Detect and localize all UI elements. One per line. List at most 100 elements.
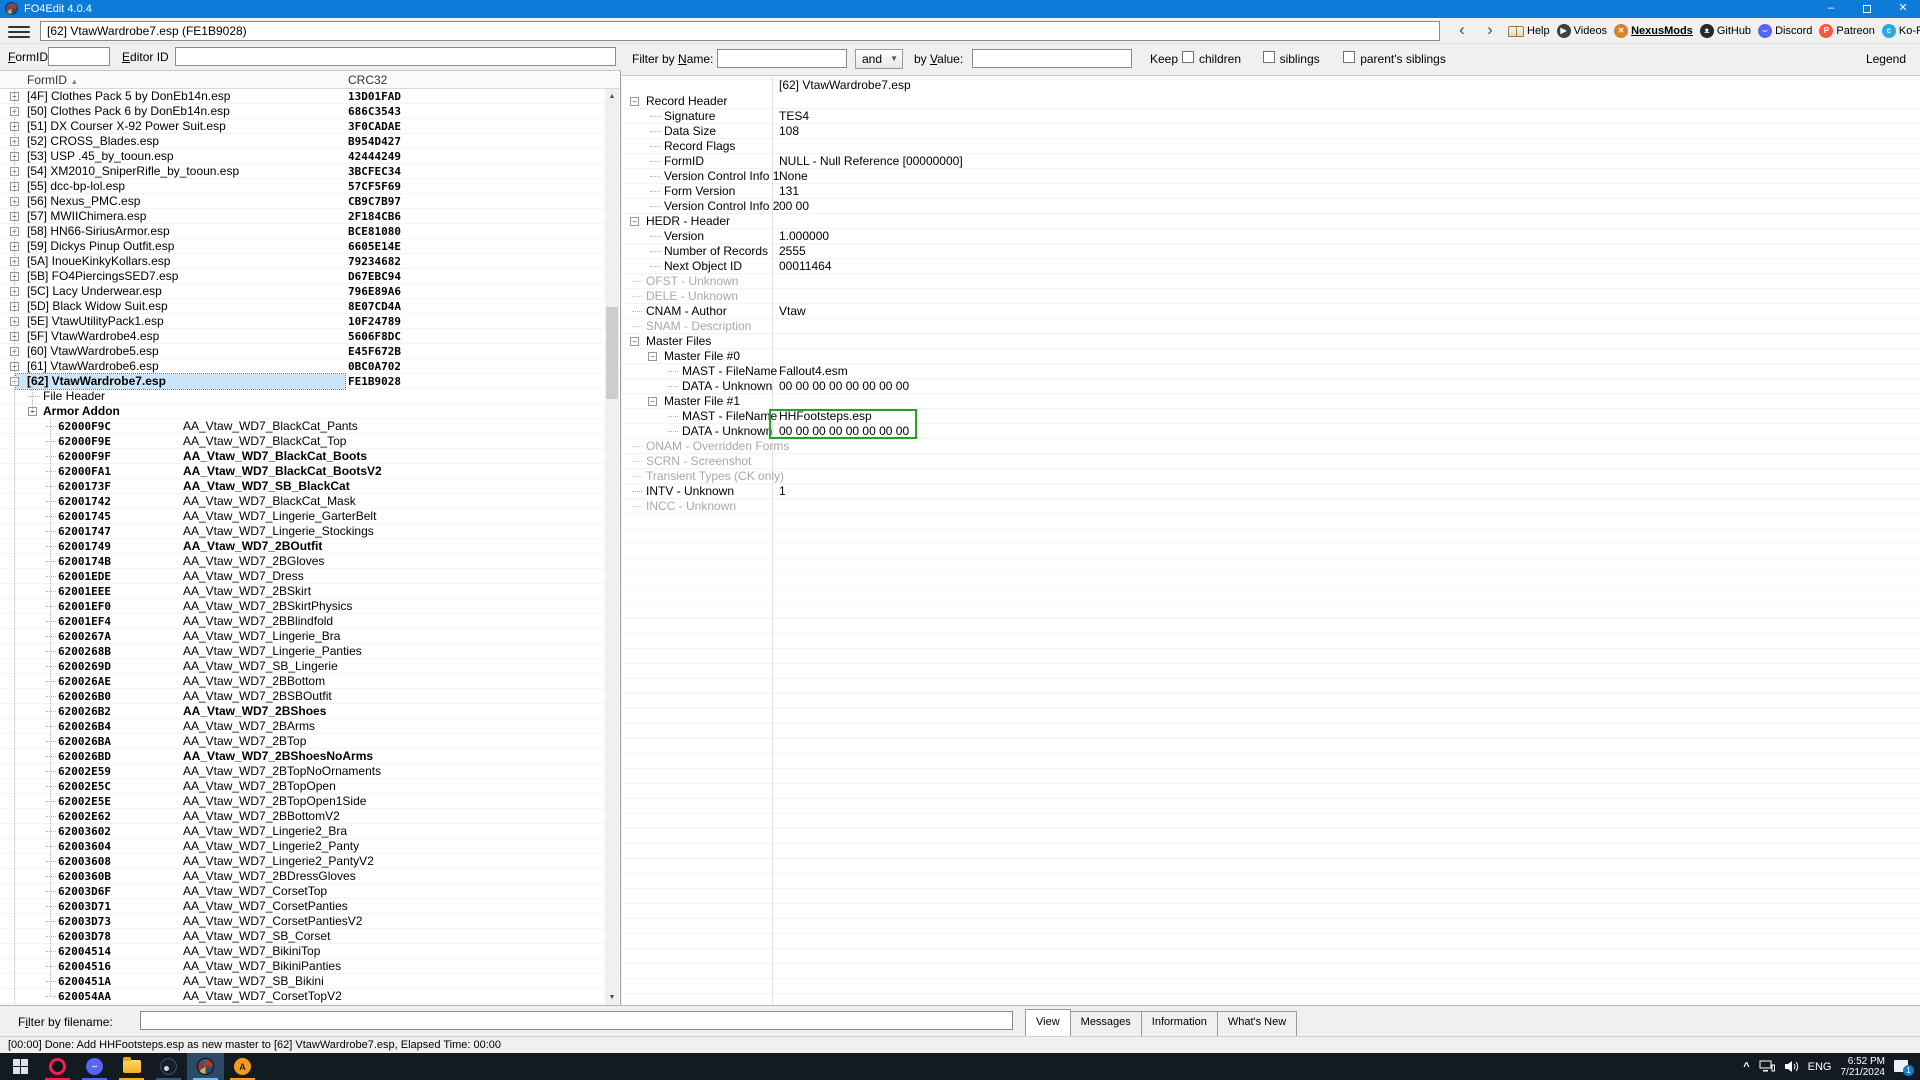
tree-row[interactable]: +[51] DX Courser X-92 Power Suit.esp3F0C… xyxy=(0,119,606,134)
editorid-input[interactable] xyxy=(175,47,616,66)
tree-row[interactable]: 62003602AA_Vtaw_WD7_Lingerie2_Bra xyxy=(0,824,606,839)
record-row[interactable]: FormIDNULL - Null Reference [00000000] xyxy=(622,154,1920,169)
record-row[interactable]: OFST - Unknown xyxy=(622,274,1920,289)
tree-row[interactable]: +[55] dcc-bp-lol.esp57CF5F69 xyxy=(0,179,606,194)
tree-row[interactable]: +[5C] Lacy Underwear.esp796E89A6 xyxy=(0,284,606,299)
tree-row[interactable]: 62001EDEAA_Vtaw_WD7_Dress xyxy=(0,569,606,584)
tree-row[interactable]: 62004514AA_Vtaw_WD7_BikiniTop xyxy=(0,944,606,959)
close-button[interactable]: ✕ xyxy=(1886,0,1920,18)
file-explorer-app[interactable] xyxy=(113,1053,150,1080)
clock[interactable]: 6:52 PM 7/21/2024 xyxy=(1841,1056,1886,1078)
forward-button[interactable]: › xyxy=(1478,19,1502,43)
link-ko-fi[interactable]: cKo-Fi xyxy=(1882,24,1920,38)
tree-row[interactable]: 6200360BAA_Vtaw_WD7_2BDressGloves xyxy=(0,869,606,884)
tree-row[interactable]: 620026BDAA_Vtaw_WD7_2BShoesNoArms xyxy=(0,749,606,764)
tree-row[interactable]: 6200451AAA_Vtaw_WD7_SB_Bikini xyxy=(0,974,606,989)
tree-row[interactable]: +[5E] VtawUtilityPack1.esp10F24789 xyxy=(0,314,606,329)
record-row[interactable]: −Master File #1 xyxy=(622,394,1920,409)
collapse-icon[interactable]: − xyxy=(648,352,657,361)
tree-row[interactable]: 62001745AA_Vtaw_WD7_Lingerie_GarterBelt xyxy=(0,509,606,524)
steam-app[interactable] xyxy=(150,1053,187,1080)
record-row[interactable]: MAST - FileNameFallout4.esm xyxy=(622,364,1920,379)
record-row[interactable]: DATA - Unknown00 00 00 00 00 00 00 00 xyxy=(622,379,1920,394)
tree-row[interactable]: 62002E59AA_Vtaw_WD7_2BTopNoOrnaments xyxy=(0,764,606,779)
tree-row[interactable]: 6200173FAA_Vtaw_WD7_SB_BlackCat xyxy=(0,479,606,494)
record-row[interactable]: SCRN - Screenshot xyxy=(622,454,1920,469)
formid-input[interactable] xyxy=(48,47,110,66)
tree-row[interactable]: 62001749AA_Vtaw_WD7_2BOutfit xyxy=(0,539,606,554)
filter-by-value-input[interactable] xyxy=(972,49,1132,68)
scrollbar-thumb[interactable] xyxy=(606,307,618,399)
filter-by-name-input[interactable] xyxy=(717,49,847,68)
record-row[interactable]: Transient Types (CK only) xyxy=(622,469,1920,484)
tree-row[interactable]: +[60] VtawWardrobe5.espE45F672B xyxy=(0,344,606,359)
collapse-icon[interactable]: − xyxy=(648,397,657,406)
tree-row[interactable]: 6200267AAA_Vtaw_WD7_Lingerie_Bra xyxy=(0,629,606,644)
collapse-icon[interactable]: − xyxy=(630,217,639,226)
record-row[interactable]: Form Version131 xyxy=(622,184,1920,199)
scroll-down-icon[interactable]: ▼ xyxy=(605,990,619,1005)
tree-row[interactable]: 62000F9CAA_Vtaw_WD7_BlackCat_Pants xyxy=(0,419,606,434)
column-crc32[interactable]: CRC32 xyxy=(348,73,387,87)
hamburger-menu-icon[interactable] xyxy=(8,23,30,39)
tree-row[interactable]: 620026B2AA_Vtaw_WD7_2BShoes xyxy=(0,704,606,719)
tree-row[interactable]: 6200269DAA_Vtaw_WD7_SB_Lingerie xyxy=(0,659,606,674)
tab-messages[interactable]: Messages xyxy=(1070,1011,1142,1037)
tree-row[interactable]: +[4F] Clothes Pack 5 by DonEb14n.esp13D0… xyxy=(0,89,606,104)
checkbox-parent-s-siblings[interactable] xyxy=(1343,51,1355,63)
tree-row[interactable]: 620026AEAA_Vtaw_WD7_2BBottom xyxy=(0,674,606,689)
breadcrumb[interactable]: [62] VtawWardrobe7.esp (FE1B9028) xyxy=(40,21,1440,41)
record-row[interactable]: −HEDR - Header xyxy=(622,214,1920,229)
record-row[interactable]: DELE - Unknown xyxy=(622,289,1920,304)
audible-app[interactable]: A xyxy=(224,1053,261,1080)
tree-row[interactable]: 62002E5CAA_Vtaw_WD7_2BTopOpen xyxy=(0,779,606,794)
tree-row[interactable]: +[59] Dickys Pinup Outfit.esp6605E14E xyxy=(0,239,606,254)
record-row[interactable]: −Master File #0 xyxy=(622,349,1920,364)
record-row[interactable]: SignatureTES4 xyxy=(622,109,1920,124)
record-row[interactable]: Version1.000000 xyxy=(622,229,1920,244)
tree-row[interactable]: 62000FA1AA_Vtaw_WD7_BlackCat_BootsV2 xyxy=(0,464,606,479)
link-help[interactable]: Help xyxy=(1508,25,1550,37)
column-formid[interactable]: FormID xyxy=(27,73,67,87)
tree-row[interactable]: 62000F9FAA_Vtaw_WD7_BlackCat_Boots xyxy=(0,449,606,464)
tree-row[interactable]: 62003608AA_Vtaw_WD7_Lingerie2_PantyV2 xyxy=(0,854,606,869)
tree-row[interactable]: +[57] MWIIChimera.esp2F184CB6 xyxy=(0,209,606,224)
tree-row[interactable]: −[62] VtawWardrobe7.espFE1B9028 xyxy=(0,374,606,389)
link-nexusmods[interactable]: ✕NexusMods xyxy=(1614,24,1693,38)
record-row[interactable]: CNAM - AuthorVtaw xyxy=(622,304,1920,319)
tree-row[interactable]: +[58] HN66-SiriusArmor.espBCE81080 xyxy=(0,224,606,239)
tree-row[interactable]: +[5D] Black Widow Suit.esp8E07CD4A xyxy=(0,299,606,314)
record-row[interactable]: ONAM - Overridden Forms xyxy=(622,439,1920,454)
record-row[interactable]: −Master Files xyxy=(622,334,1920,349)
network-icon[interactable] xyxy=(1759,1060,1775,1073)
tree-row[interactable]: +[56] Nexus_PMC.espCB9C7B97 xyxy=(0,194,606,209)
tree-row[interactable]: +[5A] InoueKinkyKollars.esp79234682 xyxy=(0,254,606,269)
tree-column-headers[interactable]: FormID ▲ CRC32 xyxy=(0,71,620,89)
language-indicator[interactable]: ENG xyxy=(1808,1061,1832,1073)
minimize-button[interactable]: – xyxy=(1814,0,1848,18)
collapse-icon[interactable]: − xyxy=(630,97,639,106)
record-row[interactable]: INTV - Unknown1 xyxy=(622,484,1920,499)
record-row[interactable]: Version Control Info 1None xyxy=(622,169,1920,184)
record-row[interactable]: INCC - Unknown xyxy=(622,499,1920,514)
record-row[interactable]: Next Object ID00011464 xyxy=(622,259,1920,274)
tree-row[interactable]: 62002E62AA_Vtaw_WD7_2BBottomV2 xyxy=(0,809,606,824)
link-patreon[interactable]: PPatreon xyxy=(1819,24,1875,38)
link-discord[interactable]: ⌣Discord xyxy=(1758,24,1812,38)
tree-row[interactable]: 62003D71AA_Vtaw_WD7_CorsetPanties xyxy=(0,899,606,914)
tree-row[interactable]: 620026B4AA_Vtaw_WD7_2BArms xyxy=(0,719,606,734)
tree-row[interactable]: +[54] XM2010_SniperRifle_by_tooun.esp3BC… xyxy=(0,164,606,179)
record-row[interactable]: Number of Records2555 xyxy=(622,244,1920,259)
tree-row[interactable]: 62003D73AA_Vtaw_WD7_CorsetPantiesV2 xyxy=(0,914,606,929)
legend-link[interactable]: Legend xyxy=(1866,52,1906,66)
tree-scrollbar[interactable]: ▲ ▼ xyxy=(605,89,619,1005)
notification-center-icon[interactable]: 1 xyxy=(1894,1059,1912,1075)
tree-row[interactable]: 6200268BAA_Vtaw_WD7_Lingerie_Panties xyxy=(0,644,606,659)
record-row[interactable]: Version Control Info 200 00 xyxy=(622,199,1920,214)
speaker-icon[interactable] xyxy=(1784,1060,1799,1073)
tab-view[interactable]: View xyxy=(1025,1009,1071,1037)
tree-row[interactable]: File Header xyxy=(0,389,606,404)
record-row[interactable]: Data Size108 xyxy=(622,124,1920,139)
scroll-up-icon[interactable]: ▲ xyxy=(605,89,619,104)
record-row[interactable]: SNAM - Description xyxy=(622,319,1920,334)
